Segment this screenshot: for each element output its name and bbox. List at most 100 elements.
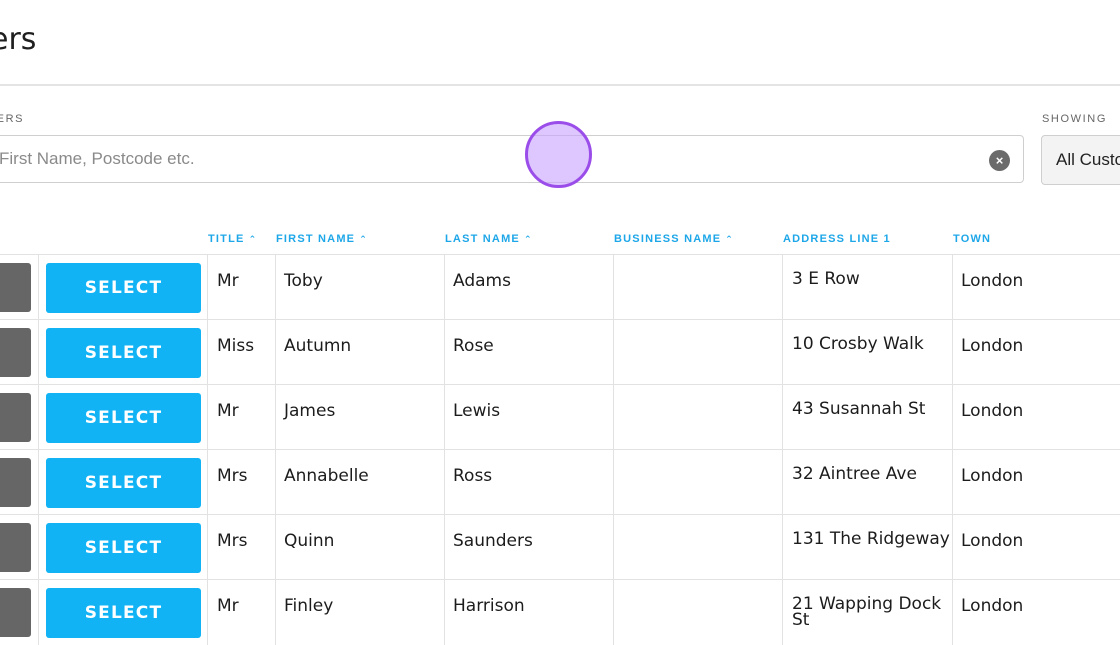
cell-town: London — [961, 336, 1024, 356]
clear-search-icon[interactable]: × — [989, 150, 1010, 171]
column-divider — [782, 255, 783, 320]
cell-address: 10 Crosby Walk — [792, 334, 924, 354]
column-header-label: TOWN — [953, 233, 992, 245]
column-divider — [207, 580, 208, 645]
column-divider — [275, 515, 276, 580]
column-divider — [275, 320, 276, 385]
column-divider — [38, 450, 39, 515]
row-action-button[interactable] — [0, 588, 31, 637]
column-divider — [782, 385, 783, 450]
column-header-town: TOWN — [953, 233, 991, 245]
cell-title: Mrs — [217, 466, 248, 486]
table-row: SELECT Mrs Quinn Saunders 131 The Ridgeway Lo… — [0, 514, 1120, 580]
cell-last: Saunders — [453, 531, 533, 551]
search-field[interactable]: × — [0, 135, 1024, 183]
column-divider — [38, 580, 39, 645]
table-row: SELECT Mr James Lewis 43 Susannah St London — [0, 384, 1120, 450]
column-divider — [444, 385, 445, 450]
column-header-label: TITLE — [208, 233, 245, 245]
cell-town: London — [961, 596, 1024, 616]
cell-title: Mr — [217, 271, 239, 291]
column-header-label: FIRST NAME — [276, 233, 356, 245]
cell-address: 3 E Row — [792, 269, 860, 289]
column-divider — [782, 515, 783, 580]
cell-town: London — [961, 271, 1024, 291]
column-header-last-name[interactable]: LAST NAME ⌃ — [445, 233, 533, 245]
table-row: SELECT Mr Finley Harrison 21 Wapping Dock St… — [0, 579, 1120, 645]
column-divider — [207, 255, 208, 320]
cell-first: Finley — [284, 596, 334, 616]
sort-icon[interactable]: ⌃ — [249, 234, 258, 244]
column-header-business-name[interactable]: BUSINESS NAME ⌃ — [614, 233, 734, 245]
cell-title: Mr — [217, 596, 239, 616]
column-divider — [38, 515, 39, 580]
table-row: SELECT Mrs Annabelle Ross 32 Aintree Ave Lond… — [0, 449, 1120, 515]
cell-first: Quinn — [284, 531, 335, 551]
column-divider — [444, 450, 445, 515]
row-action-button[interactable] — [0, 523, 31, 572]
column-divider — [275, 580, 276, 645]
cell-last: Rose — [453, 336, 494, 356]
column-divider — [782, 450, 783, 515]
cell-first: Toby — [284, 271, 323, 291]
column-divider — [275, 450, 276, 515]
cell-last: Harrison — [453, 596, 525, 616]
column-divider — [952, 515, 953, 580]
cell-last: Lewis — [453, 401, 501, 421]
column-divider — [952, 255, 953, 320]
select-button[interactable]: SELECT — [46, 328, 201, 378]
column-divider — [952, 320, 953, 385]
select-button[interactable]: SELECT — [46, 393, 201, 443]
cell-last: Ross — [453, 466, 493, 486]
cursor-indicator — [525, 121, 592, 188]
column-divider — [275, 255, 276, 320]
cell-address: 43 Susannah St — [792, 399, 926, 419]
cell-town: London — [961, 466, 1024, 486]
row-action-button[interactable] — [0, 263, 31, 312]
column-divider — [444, 320, 445, 385]
cell-title: Miss — [217, 336, 255, 356]
column-divider — [782, 580, 783, 645]
column-divider — [275, 385, 276, 450]
sort-icon[interactable]: ⌃ — [725, 234, 734, 244]
showing-label: SHOWING — [1042, 113, 1107, 125]
row-action-button[interactable] — [0, 393, 31, 442]
column-divider — [613, 515, 614, 580]
column-header-label: LAST NAME — [445, 233, 520, 245]
column-divider — [952, 450, 953, 515]
select-button[interactable]: SELECT — [46, 523, 201, 573]
row-action-button[interactable] — [0, 328, 31, 377]
column-divider — [38, 320, 39, 385]
page-title: ers — [0, 22, 37, 57]
column-divider — [952, 580, 953, 645]
cell-address: 131 The Ridgeway — [792, 529, 950, 549]
column-header-address-line-1: ADDRESS LINE 1 — [783, 233, 891, 245]
column-header-label: BUSINESS NAME — [614, 233, 722, 245]
column-header-title[interactable]: TITLE ⌃ — [208, 233, 257, 245]
showing-select[interactable]: All Custo — [1041, 135, 1120, 185]
select-button[interactable]: SELECT — [46, 263, 201, 313]
table-row: SELECT Mr Toby Adams 3 E Row London — [0, 254, 1120, 320]
column-divider — [613, 580, 614, 645]
column-divider — [613, 255, 614, 320]
cell-title: Mr — [217, 401, 239, 421]
sort-icon[interactable]: ⌃ — [524, 234, 533, 244]
column-divider — [613, 385, 614, 450]
table-row: SELECT Miss Autumn Rose 10 Crosby Walk London — [0, 319, 1120, 385]
column-divider — [444, 580, 445, 645]
row-action-button[interactable] — [0, 458, 31, 507]
column-divider — [952, 385, 953, 450]
column-header-first-name[interactable]: FIRST NAME ⌃ — [276, 233, 368, 245]
cell-last: Adams — [453, 271, 511, 291]
header-divider — [0, 84, 1120, 86]
cell-first: Annabelle — [284, 466, 369, 486]
cell-town: London — [961, 401, 1024, 421]
column-divider — [444, 255, 445, 320]
select-button[interactable]: SELECT — [46, 588, 201, 638]
column-divider — [38, 385, 39, 450]
column-divider — [444, 515, 445, 580]
search-input[interactable] — [0, 136, 971, 182]
column-header-label: ADDRESS LINE 1 — [783, 233, 891, 245]
sort-icon[interactable]: ⌃ — [359, 234, 368, 244]
select-button[interactable]: SELECT — [46, 458, 201, 508]
